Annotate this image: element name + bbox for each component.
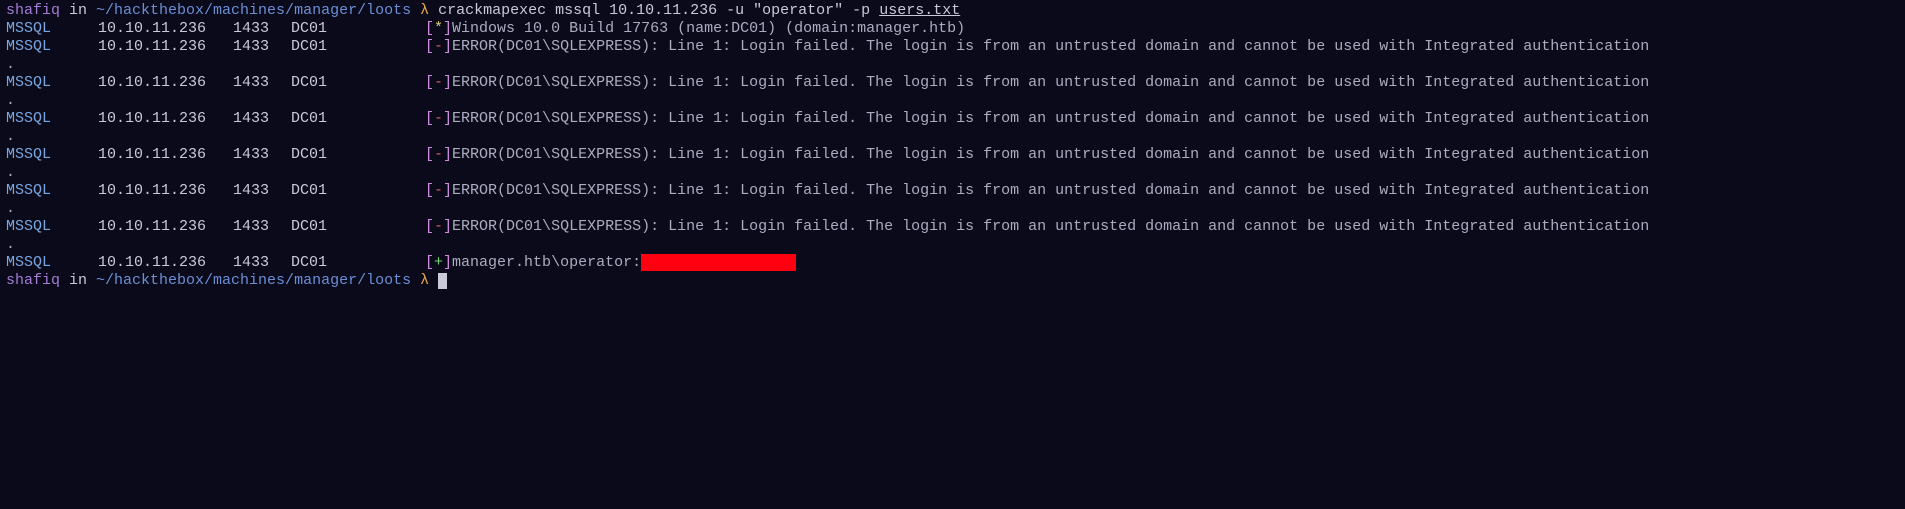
col-host: DC01 (291, 218, 425, 236)
output-error-row: MSSQL10.10.11.2361433DC01[-] ERROR(DC01\… (6, 110, 1899, 128)
col-port: 1433 (233, 254, 291, 272)
bracket-close: ] (443, 146, 452, 164)
col-ip: 10.10.11.236 (98, 74, 233, 92)
star-icon: * (434, 20, 443, 38)
col-ip: 10.10.11.236 (98, 182, 233, 200)
col-protocol: MSSQL (6, 74, 98, 92)
col-protocol: MSSQL (6, 254, 98, 272)
prompt-in: in (60, 272, 96, 289)
bracket-close: ] (443, 38, 452, 56)
bracket-open: [ (425, 254, 434, 272)
success-message: manager.htb\operator: (452, 254, 641, 272)
output-success-row: MSSQL10.10.11.2361433DC01[+] manager.htb… (6, 254, 1899, 272)
prompt-lambda: λ (411, 2, 438, 19)
continuation-dot: . (6, 92, 15, 109)
output-error-row: MSSQL10.10.11.2361433DC01[-] ERROR(DC01\… (6, 146, 1899, 164)
prompt-line-1[interactable]: shafiq in ~/hackthebox/machines/manager/… (6, 2, 1899, 20)
output-header-row: MSSQL10.10.11.2361433DC01[*] Windows 10.… (6, 20, 1899, 38)
error-message: ERROR(DC01\SQLEXPRESS): Line 1: Login fa… (452, 110, 1649, 128)
col-protocol: MSSQL (6, 20, 98, 38)
prompt-in: in (60, 2, 96, 19)
bracket-close: ] (443, 110, 452, 128)
col-ip: 10.10.11.236 (98, 110, 233, 128)
col-host: DC01 (291, 146, 425, 164)
bracket-close: ] (443, 20, 452, 38)
col-host: DC01 (291, 20, 425, 38)
cursor-icon (438, 273, 447, 289)
plus-icon: + (434, 254, 443, 272)
col-host: DC01 (291, 74, 425, 92)
col-port: 1433 (233, 38, 291, 56)
minus-icon: - (434, 38, 443, 56)
bracket-close: ] (443, 182, 452, 200)
output-error-row: MSSQL10.10.11.2361433DC01[-] ERROR(DC01\… (6, 218, 1899, 236)
error-message: ERROR(DC01\SQLEXPRESS): Line 1: Login fa… (452, 182, 1649, 200)
col-host: DC01 (291, 254, 425, 272)
col-port: 1433 (233, 146, 291, 164)
bracket-close: ] (443, 218, 452, 236)
col-ip: 10.10.11.236 (98, 218, 233, 236)
bracket-close: ] (443, 74, 452, 92)
continuation-dot: . (6, 56, 15, 73)
col-protocol: MSSQL (6, 110, 98, 128)
col-protocol: MSSQL (6, 146, 98, 164)
col-ip: 10.10.11.236 (98, 146, 233, 164)
error-message: ERROR(DC01\SQLEXPRESS): Line 1: Login fa… (452, 218, 1649, 236)
bracket-open: [ (425, 146, 434, 164)
minus-icon: - (434, 146, 443, 164)
col-ip: 10.10.11.236 (98, 38, 233, 56)
bracket-open: [ (425, 20, 434, 38)
prompt-lambda: λ (411, 272, 438, 289)
col-port: 1433 (233, 218, 291, 236)
col-host: DC01 (291, 110, 425, 128)
col-protocol: MSSQL (6, 38, 98, 56)
output-error-row: MSSQL10.10.11.2361433DC01[-] ERROR(DC01\… (6, 38, 1899, 56)
bracket-open: [ (425, 182, 434, 200)
col-port: 1433 (233, 20, 291, 38)
prompt-path: ~/hackthebox/machines/manager/loots (96, 2, 411, 19)
error-message: ERROR(DC01\SQLEXPRESS): Line 1: Login fa… (452, 38, 1649, 56)
prompt-user: shafiq (6, 272, 60, 289)
col-host: DC01 (291, 182, 425, 200)
minus-icon: - (434, 182, 443, 200)
col-ip: 10.10.11.236 (98, 254, 233, 272)
prompt-path: ~/hackthebox/machines/manager/loots (96, 272, 411, 289)
prompt-line-2[interactable]: shafiq in ~/hackthebox/machines/manager/… (6, 272, 1899, 290)
prompt-user: shafiq (6, 2, 60, 19)
col-protocol: MSSQL (6, 182, 98, 200)
error-message: ERROR(DC01\SQLEXPRESS): Line 1: Login fa… (452, 74, 1649, 92)
col-port: 1433 (233, 74, 291, 92)
bracket-open: [ (425, 38, 434, 56)
bracket-close: ] (443, 254, 452, 272)
bracket-open: [ (425, 218, 434, 236)
command-arg-file: users.txt (879, 2, 960, 19)
continuation-dot: . (6, 128, 15, 145)
col-host: DC01 (291, 38, 425, 56)
col-protocol: MSSQL (6, 218, 98, 236)
output-error-row: MSSQL10.10.11.2361433DC01[-] ERROR(DC01\… (6, 74, 1899, 92)
bracket-open: [ (425, 74, 434, 92)
col-port: 1433 (233, 110, 291, 128)
continuation-dot: . (6, 164, 15, 181)
header-info: Windows 10.0 Build 17763 (name:DC01) (do… (452, 20, 965, 38)
minus-icon: - (434, 74, 443, 92)
continuation-dot: . (6, 236, 15, 253)
bracket-open: [ (425, 110, 434, 128)
output-error-row: MSSQL10.10.11.2361433DC01[-] ERROR(DC01\… (6, 182, 1899, 200)
command-text: crackmapexec mssql 10.10.11.236 -u "oper… (438, 2, 879, 19)
col-port: 1433 (233, 182, 291, 200)
col-ip: 10.10.11.236 (98, 20, 233, 38)
error-message: ERROR(DC01\SQLEXPRESS): Line 1: Login fa… (452, 146, 1649, 164)
minus-icon: - (434, 110, 443, 128)
continuation-dot: . (6, 200, 15, 217)
minus-icon: - (434, 218, 443, 236)
redacted-password (641, 254, 796, 271)
